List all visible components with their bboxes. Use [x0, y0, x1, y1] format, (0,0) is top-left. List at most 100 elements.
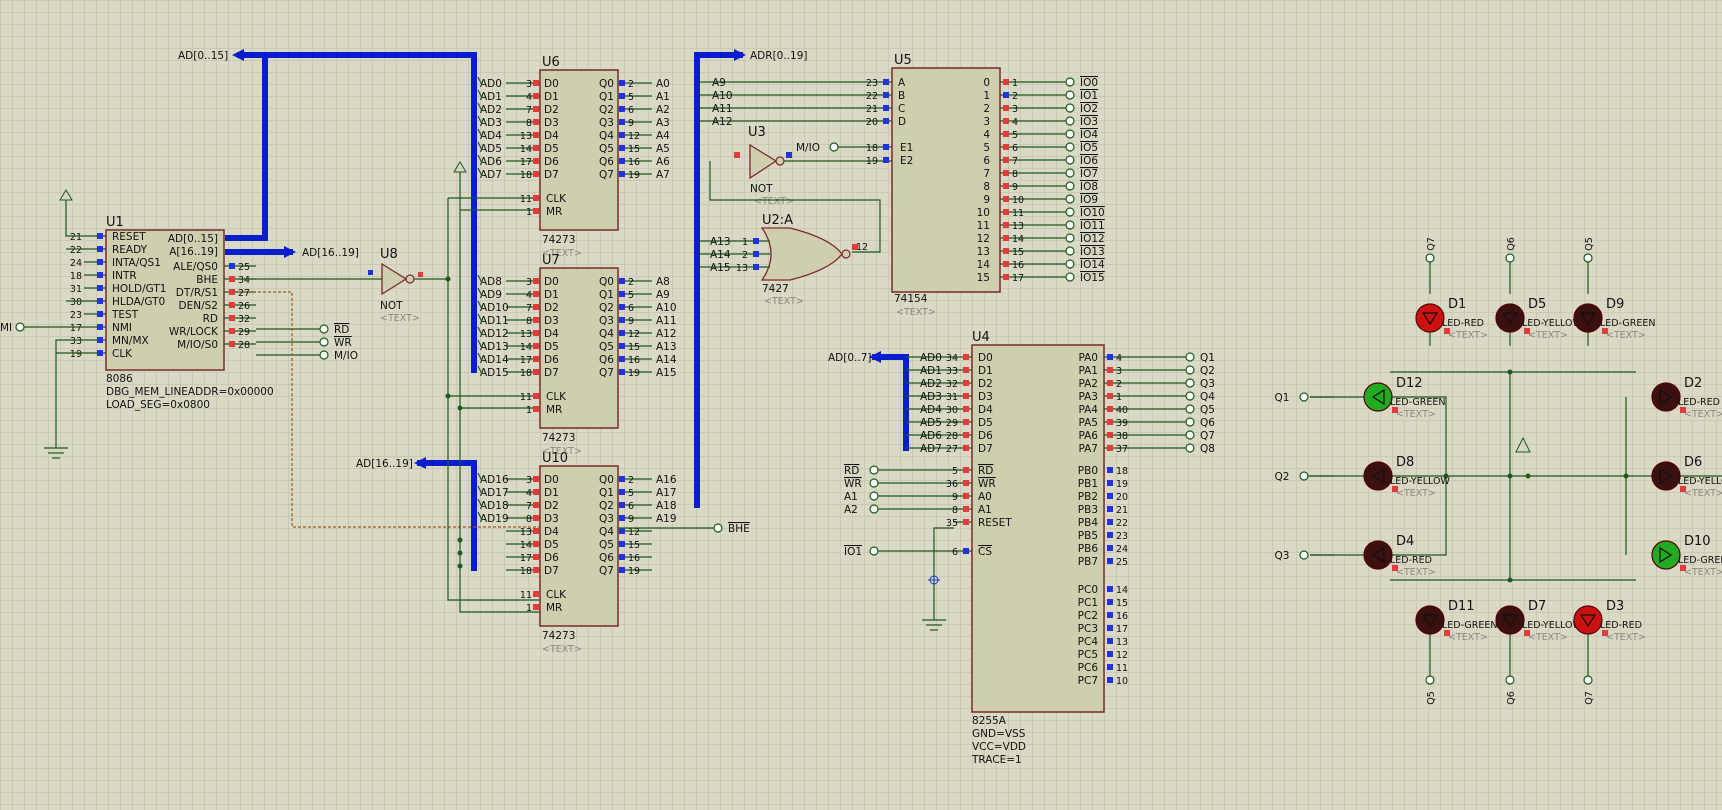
u7-pin-num: 18 [520, 368, 532, 379]
u4-pa-net: Q4 [1200, 391, 1215, 403]
u6-input-net: AD1 [480, 91, 502, 103]
u1-pin-name: NMI [112, 322, 132, 334]
led-body [1415, 303, 1445, 333]
pin-marker [883, 105, 889, 111]
pin-marker [619, 554, 625, 560]
led-body [1573, 303, 1603, 333]
u6-part: 74273 [542, 234, 575, 246]
u7-pin-num: 12 [628, 329, 640, 340]
led-type: LED-YELLOW [1390, 476, 1450, 487]
u5-part: 74154 [894, 293, 928, 305]
pin-marker [229, 302, 235, 308]
u1-pin-num: 22 [70, 245, 82, 256]
u5-input-net: A12 [712, 116, 733, 128]
u2a-out-num: 12 [856, 242, 868, 253]
u10-74273-latch[interactable]: U10 74273 <TEXT> D0 3 AD16 D1 4 AD17 D2 7 AD18 D3 8 AD… [477, 451, 677, 655]
u10-pin-num: 7 [526, 501, 532, 512]
u5-output-port [1065, 142, 1075, 152]
u10-part: 74273 [542, 630, 575, 642]
pin-marker [619, 171, 625, 177]
u1-8086-chip[interactable]: U1 21 RESET 22 READY 24 INTA/QS1 18 INTR 31 HOLD/… [70, 215, 274, 411]
u1-pin-name: RESET [112, 231, 146, 243]
u6-pin-name: Q4 [599, 130, 614, 142]
u3-input-label: M/IO [796, 142, 820, 154]
pin-marker [533, 291, 539, 297]
u4-pin-num: 34 [946, 353, 958, 364]
pin-marker [533, 158, 539, 164]
u1-output-port [319, 350, 329, 360]
u4-pin-num: 16 [1116, 611, 1128, 622]
u4-pin-name: D3 [978, 391, 993, 403]
u4-pc-name: PC5 [1078, 649, 1098, 661]
led-d11: D11 LED-GREEN<TEXT> [1415, 599, 1497, 643]
pin-marker [753, 264, 759, 270]
pin-marker [619, 476, 625, 482]
u4-pc-name: PC1 [1078, 597, 1098, 609]
led-top-port [1505, 253, 1515, 263]
u5-pin-num: 22 [866, 91, 878, 102]
led-d9: D9 LED-GREEN<TEXT> [1573, 297, 1655, 341]
u4-pa-name: PA1 [1078, 365, 1098, 377]
u1-prop-loadseg: LOAD_SEG=0x0800 [106, 399, 210, 411]
u4-reset-ground [922, 527, 954, 631]
led-items: D1LED-RED<TEXT>D5LED-YELLOW<TEXT>D9LED-G… [1363, 297, 1722, 643]
pin-marker [1107, 558, 1113, 564]
u1-pin-name: CLK [112, 348, 133, 360]
schematic-canvas[interactable]: AD[0..15] AD[16..19] ADR[0..19] AD[16..1… [0, 0, 1722, 810]
led-matrix[interactable]: Q7 Q6 Q5Q5 Q6 Q7Q1Q2Q3 D1LED-RED<TEXT>D5LED-… [1275, 237, 1722, 705]
led-ref: D1 [1448, 297, 1466, 312]
u10-pin-name: D1 [544, 487, 559, 499]
pin-marker [1107, 367, 1113, 373]
u4-ctrl-port [869, 504, 879, 514]
pin-marker [533, 171, 539, 177]
u4-pb-name: PB3 [1078, 504, 1098, 516]
u6-74273-latch[interactable]: U674273<TEXT>D03AD0D14AD1D27AD2D38AD3D41… [477, 55, 670, 259]
u6-pin-num: 13 [520, 131, 532, 142]
u7-74273-latch[interactable]: U774273<TEXT>D03AD8D14AD9D27AD10D38AD11D… [477, 253, 677, 457]
led-d2: D2 LED-RED<TEXT> [1651, 376, 1722, 420]
pin-marker [1107, 586, 1113, 592]
pin-marker [619, 93, 625, 99]
u10-pin-name: D5 [544, 539, 559, 551]
u5-pin-num: 14 [1012, 234, 1024, 245]
u4-pin-num: 19 [1116, 479, 1128, 490]
pin-marker [963, 467, 969, 473]
pin-marker [1107, 519, 1113, 525]
pin-marker [533, 278, 539, 284]
pin-marker [533, 476, 539, 482]
u5-input-net: A11 [712, 103, 733, 115]
pin-marker [963, 445, 969, 451]
u4-pin-num: 25 [1116, 557, 1128, 568]
u2a-7427-nor-gate[interactable]: U2:A A13 1 A14 2 A15 13 12 7427 <TEXT> [700, 213, 868, 307]
u10-pin-num: 2 [628, 475, 634, 486]
u7-input-net: AD8 [480, 276, 502, 288]
u7-output-net: A9 [656, 289, 670, 301]
led-ref: D9 [1606, 297, 1624, 312]
u2a-input-net: A14 [710, 249, 731, 261]
u5-out-index: 2 [983, 103, 990, 115]
led-text-placeholder: <TEXT> [1684, 567, 1722, 578]
u7-pin-name: Q1 [599, 289, 614, 301]
u4-pin-num: 14 [1116, 585, 1128, 596]
pin-marker [883, 118, 889, 124]
led-bottom-net: Q7 [1584, 691, 1595, 705]
pin-marker [1003, 79, 1009, 85]
pin-marker [97, 285, 103, 291]
u6-pin-num: 5 [628, 92, 634, 103]
u7-pin-name: Q5 [599, 341, 614, 353]
u4-pin-num: 33 [946, 366, 958, 377]
u6-pin-name: Q3 [599, 117, 614, 129]
u4-8255a-ppi[interactable]: U4 8255A GND=VSS VCC=VDD TRACE=1 AD0 34 D0… [844, 330, 1215, 766]
u7-ctrl-num: 1 [526, 405, 532, 416]
u7-pin-num: 17 [520, 355, 532, 366]
bus-label-adr-0-19: ADR[0..19] [750, 50, 807, 62]
u6-input-net: AD2 [480, 104, 502, 116]
pin-marker [97, 246, 103, 252]
u6-pin-name: Q2 [599, 104, 614, 116]
pin-marker [619, 278, 625, 284]
u5-output-port [1065, 246, 1075, 256]
u4-data-net: AD7 [920, 443, 942, 455]
u5-out-index: 15 [977, 272, 990, 284]
u1-pin-name: ALE/QS0 [173, 261, 218, 273]
pin-marker [229, 263, 235, 269]
